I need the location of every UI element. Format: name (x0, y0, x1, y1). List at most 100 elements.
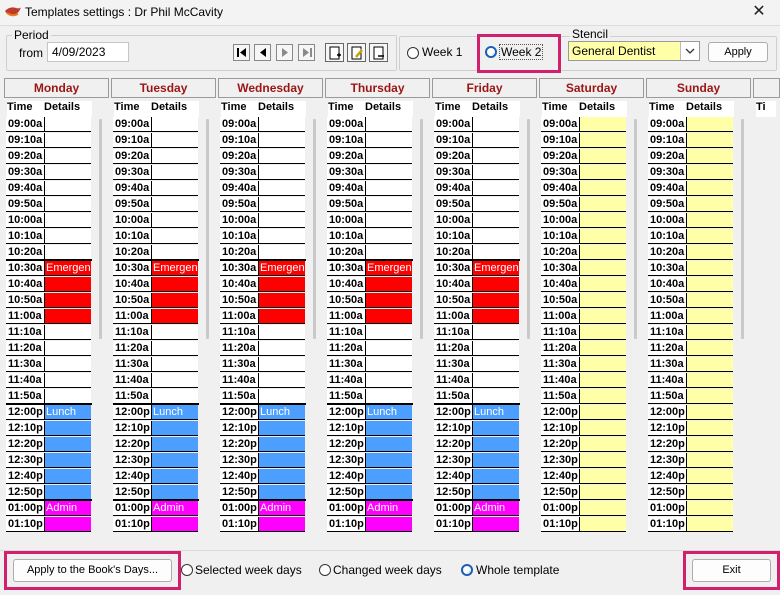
detail-slot[interactable] (472, 149, 519, 164)
appointment-block-lunch[interactable] (258, 437, 305, 452)
detail-slot[interactable] (686, 277, 733, 292)
detail-slot[interactable] (151, 389, 198, 404)
detail-slot[interactable] (258, 229, 305, 244)
detail-slot[interactable] (579, 373, 626, 388)
day-scrollbar[interactable] (741, 119, 744, 339)
appointment-block-lunch[interactable] (44, 469, 91, 484)
day-grid-thursday[interactable]: Time Details 09:00a 09:10a 09:20a 09:30a 09:40… (326, 101, 423, 548)
detail-slot[interactable] (44, 197, 91, 212)
appointment-block-lunch[interactable] (365, 485, 412, 500)
apply-to-book-days-button[interactable]: Apply to the Book's Days... (13, 559, 172, 582)
detail-slot[interactable] (686, 357, 733, 372)
day-scrollbar[interactable] (99, 119, 102, 339)
detail-slot[interactable] (151, 357, 198, 372)
detail-slot[interactable] (686, 405, 733, 420)
detail-slot[interactable] (472, 117, 519, 132)
detail-slot[interactable] (365, 213, 412, 228)
detail-slot[interactable] (579, 309, 626, 324)
detail-slot[interactable] (579, 453, 626, 468)
detail-slot[interactable] (258, 213, 305, 228)
appointment-block-emergency[interactable] (365, 293, 412, 308)
day-scrollbar[interactable] (527, 119, 530, 339)
day-grid-saturday[interactable]: Time Details 09:00a 09:10a 09:20a 09:30a 09:40… (540, 101, 637, 548)
detail-slot[interactable] (44, 389, 91, 404)
day-scrollbar[interactable] (206, 119, 209, 339)
appointment-block-emergency[interactable] (258, 309, 305, 324)
appointment-block-emergency[interactable] (472, 277, 519, 292)
detail-slot[interactable] (472, 245, 519, 260)
detail-slot[interactable] (579, 165, 626, 180)
detail-slot[interactable] (686, 213, 733, 228)
detail-slot[interactable] (579, 229, 626, 244)
detail-slot[interactable] (579, 325, 626, 340)
appointment-block-lunch[interactable] (44, 421, 91, 436)
detail-slot[interactable] (365, 373, 412, 388)
appointment-block-emergency[interactable] (151, 277, 198, 292)
detail-slot[interactable] (686, 261, 733, 276)
detail-slot[interactable] (365, 341, 412, 356)
day-scrollbar[interactable] (634, 119, 637, 339)
detail-slot[interactable] (151, 229, 198, 244)
detail-slot[interactable] (151, 149, 198, 164)
appointment-block-lunch[interactable] (44, 453, 91, 468)
detail-slot[interactable] (258, 165, 305, 180)
detail-slot[interactable] (579, 293, 626, 308)
appointment-block-lunch[interactable]: Lunch (472, 405, 519, 420)
detail-slot[interactable] (686, 181, 733, 196)
appointment-block-emergency[interactable]: Emergency (258, 261, 305, 276)
day-scrollbar[interactable] (420, 119, 423, 339)
appointment-block-lunch[interactable] (151, 421, 198, 436)
detail-slot[interactable] (579, 213, 626, 228)
detail-slot[interactable] (579, 357, 626, 372)
day-grid-tuesday[interactable]: Time Details 09:00a 09:10a 09:20a 09:30a 09:40… (112, 101, 209, 548)
appointment-block-emergency[interactable] (44, 277, 91, 292)
detail-slot[interactable] (258, 133, 305, 148)
detail-slot[interactable] (258, 181, 305, 196)
detail-slot[interactable] (686, 117, 733, 132)
detail-slot[interactable] (365, 389, 412, 404)
detail-slot[interactable] (686, 133, 733, 148)
detail-slot[interactable] (472, 389, 519, 404)
appointment-block-admin[interactable] (151, 517, 198, 532)
detail-slot[interactable] (44, 325, 91, 340)
detail-slot[interactable] (579, 437, 626, 452)
appointment-block-admin[interactable] (44, 517, 91, 532)
detail-slot[interactable] (258, 373, 305, 388)
detail-slot[interactable] (579, 149, 626, 164)
detail-slot[interactable] (472, 357, 519, 372)
appointment-block-admin[interactable]: Admin (44, 501, 91, 516)
appointment-block-lunch[interactable] (365, 437, 412, 452)
appointment-block-admin[interactable] (258, 517, 305, 532)
appointment-block-emergency[interactable] (44, 309, 91, 324)
detail-slot[interactable] (44, 357, 91, 372)
detail-slot[interactable] (44, 165, 91, 180)
detail-slot[interactable] (44, 373, 91, 388)
detail-slot[interactable] (579, 485, 626, 500)
day-grid-sunday[interactable]: Time Details 09:00a 09:10a 09:20a 09:30a 09:40… (647, 101, 744, 548)
detail-slot[interactable] (44, 181, 91, 196)
close-window-button[interactable]: ✕ (744, 1, 774, 23)
detail-slot[interactable] (472, 181, 519, 196)
delete-period-button[interactable] (369, 43, 388, 62)
detail-slot[interactable] (472, 325, 519, 340)
detail-slot[interactable] (686, 149, 733, 164)
week2-radio[interactable] (485, 46, 497, 58)
appointment-block-lunch[interactable] (151, 485, 198, 500)
detail-slot[interactable] (579, 389, 626, 404)
detail-slot[interactable] (579, 469, 626, 484)
appointment-block-emergency[interactable]: Emergency (151, 261, 198, 276)
detail-slot[interactable] (472, 213, 519, 228)
detail-slot[interactable] (365, 357, 412, 372)
previous-period-button[interactable] (254, 44, 271, 61)
detail-slot[interactable] (686, 421, 733, 436)
detail-slot[interactable] (365, 325, 412, 340)
apply-stencil-button[interactable]: Apply (708, 42, 768, 62)
detail-slot[interactable] (686, 293, 733, 308)
appointment-block-emergency[interactable] (472, 293, 519, 308)
appointment-block-lunch[interactable]: Lunch (151, 405, 198, 420)
appointment-block-lunch[interactable] (44, 437, 91, 452)
appointment-block-admin[interactable] (365, 517, 412, 532)
detail-slot[interactable] (686, 517, 733, 532)
appointment-block-emergency[interactable]: Emergency (365, 261, 412, 276)
detail-slot[interactable] (44, 117, 91, 132)
